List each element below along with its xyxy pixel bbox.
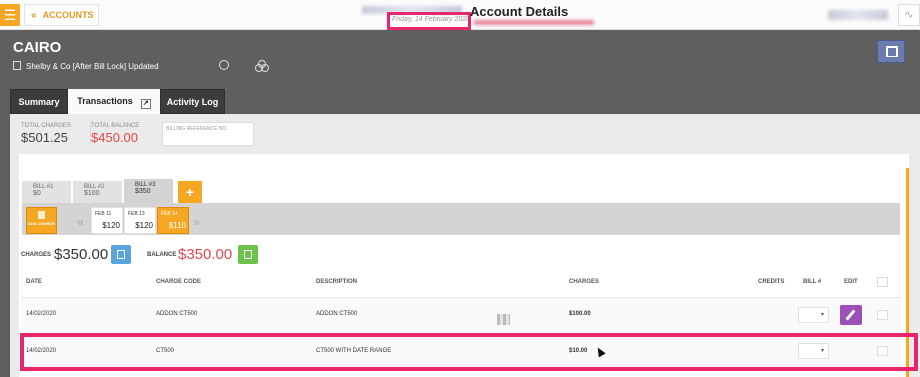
add-bill-button[interactable]: + [178, 181, 202, 203]
expand-icon[interactable]: ↗ [140, 99, 151, 109]
header-edit: EDIT [844, 279, 858, 285]
date-highlight-box [387, 12, 471, 30]
date-cell[interactable]: FEB 11 $120 [91, 207, 123, 234]
bill-tab-2[interactable]: BILL #2 $100 [73, 181, 122, 203]
header-charges: CHARGES [569, 279, 600, 285]
header-credits: CREDITS [758, 279, 785, 285]
bill-select[interactable]: ▾ [798, 307, 829, 323]
bill-tab-amount: $350 [135, 188, 151, 195]
date-cell-date: FEB 11 [95, 211, 112, 217]
total-balance: TOTAL BALANCE $450.00 [90, 123, 139, 145]
edit-button[interactable] [840, 305, 862, 325]
row-charge-code: ADDON CT500 [156, 311, 198, 317]
total-balance-label: TOTAL BALANCE [91, 123, 140, 129]
prev-dates-icon[interactable]: « [77, 214, 84, 229]
total-charges-value: $501.25 [21, 130, 68, 145]
row-highlight-box [20, 333, 918, 371]
charges-table-header: DATE CHARGE CODE DESCRIPTION CHARGES CRE… [21, 277, 900, 291]
top-bar: ☰ «ACCOUNTS Friday, 14 February 2020 Acc… [0, 0, 920, 30]
select-all-checkbox[interactable] [877, 277, 888, 287]
page-title: Account Details [470, 4, 569, 19]
charges-value: $350.00 [54, 246, 109, 263]
pencil-icon [845, 309, 856, 321]
next-dates-icon[interactable]: » [193, 214, 200, 229]
account-subtitle: Shelby & Co [After Bill Lock] Updated [13, 61, 159, 71]
header-date: DATE [26, 279, 42, 285]
double-chevron-left-icon: « [31, 10, 37, 21]
activity-wave-icon[interactable]: ∿ [898, 4, 920, 26]
add-charge-button[interactable]: ADD CHARGE [26, 207, 57, 234]
payment-button[interactable] [238, 245, 258, 264]
date-cell-date: FEB 14 [161, 211, 178, 217]
blurred-region [474, 20, 594, 25]
date-cell-amount: $110 [168, 221, 186, 230]
accounts-back-button[interactable]: « ACCOUNTS [24, 4, 99, 26]
menu-icon[interactable]: ☰ [0, 4, 20, 26]
bill-tab-1[interactable]: BILL #1 $0 [22, 181, 71, 203]
tab-transactions[interactable]: Transactions ↗ [68, 89, 160, 114]
venn-circle [258, 60, 266, 68]
total-balance-value: $450.00 [91, 130, 138, 145]
accounts-button-label: ACCOUNTS [42, 10, 94, 20]
balance-value: $350.00 [178, 246, 233, 263]
document-icon [117, 250, 125, 259]
billing-reference-field[interactable]: BILLING REFERENCE NO. [162, 122, 254, 146]
date-cell-amount: $120 [102, 221, 120, 230]
add-charge-label: ADD CHARGE [27, 221, 56, 226]
bill-tab-amount: $0 [33, 190, 41, 197]
building-icon [13, 61, 21, 70]
tab-transactions-label: Transactions [77, 96, 133, 106]
row-date: 14/02/2020 [26, 311, 57, 317]
bill-tab-amount: $100 [84, 190, 100, 197]
chart-icon [886, 46, 898, 57]
chart-view-button[interactable] [877, 40, 905, 63]
invoice-button[interactable] [111, 245, 131, 264]
header-description: DESCRIPTION [316, 279, 358, 285]
row-checkbox[interactable] [877, 310, 888, 320]
globe-icon[interactable] [219, 60, 229, 70]
add-charge-icon [38, 211, 45, 219]
blurred-user-info [828, 10, 888, 20]
date-cell-date: FEB 13 [128, 211, 145, 217]
total-charges: TOTAL CHARGES $501.25 [21, 123, 71, 145]
total-charges-label: TOTAL CHARGES [21, 123, 71, 129]
row-charges: $100.00 [569, 311, 591, 317]
pixelated-region [497, 314, 510, 325]
tab-activity-log[interactable]: Activity Log [160, 89, 225, 114]
charges-label: CHARGES [21, 252, 52, 258]
date-cell-selected[interactable]: FEB 14 $110 [157, 207, 189, 234]
header-bill: BILL # [803, 279, 822, 285]
venn-icon[interactable] [255, 60, 269, 72]
account-name: CAIRO [13, 39, 62, 56]
balance-label: BALANCE [147, 252, 177, 258]
row-description: ADDON CT500 [316, 311, 358, 317]
tab-summary[interactable]: Summary [10, 89, 68, 114]
totals-bar: TOTAL CHARGES $501.25 TOTAL BALANCE $450… [10, 114, 920, 154]
table-row: 14/02/2020 ADDON CT500 ADDON CT500 $100.… [21, 298, 900, 332]
wallet-icon [244, 250, 252, 259]
bill-tab-3[interactable]: BILL #3 $350 [124, 179, 173, 203]
header-charge-code: CHARGE CODE [156, 279, 202, 285]
date-cell-amount: $120 [135, 221, 153, 230]
account-subtitle-text: Shelby & Co [After Bill Lock] Updated [26, 62, 159, 71]
date-cell[interactable]: FEB 13 $120 [124, 207, 156, 234]
